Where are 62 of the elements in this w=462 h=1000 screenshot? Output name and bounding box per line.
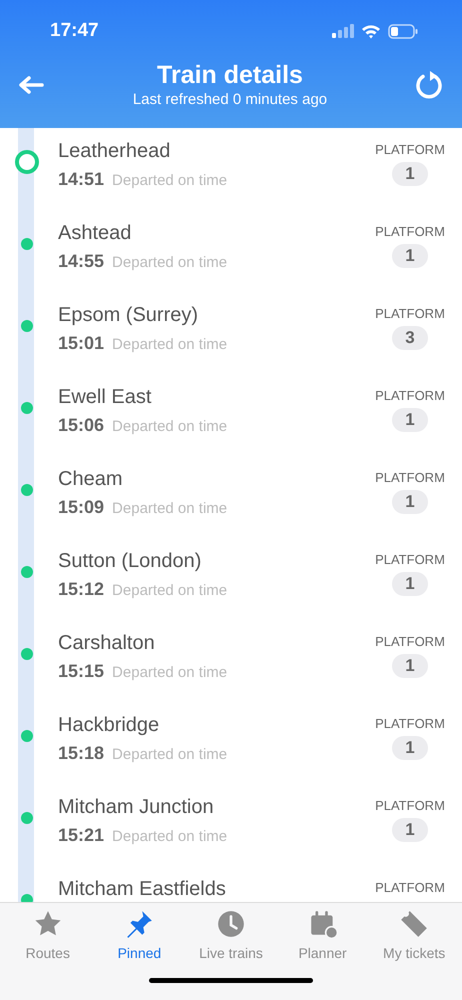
station-name: Leatherhead: [58, 139, 172, 164]
tab-button[interactable]: Live trains: [186, 909, 275, 964]
platform-label: PLATFORM: [375, 879, 445, 897]
platform-number: 1: [392, 408, 428, 432]
station-name: Carshalton: [58, 631, 156, 656]
screen-title: Train details: [157, 60, 303, 90]
platform-number: 1: [392, 490, 428, 514]
departure-status: Departed on time: [112, 417, 228, 437]
platform-label: PLATFORM: [375, 469, 445, 487]
departure-time: 15:01: [58, 332, 104, 355]
station-name: Ashtead: [58, 221, 132, 246]
clock-icon: [216, 909, 246, 939]
departure-status: Departed on time: [112, 171, 228, 191]
tab-button[interactable]: Pinned: [95, 909, 184, 964]
station-name: Mitcham Junction: [58, 795, 215, 820]
departure-status: Departed on time: [112, 253, 228, 273]
station-name: Mitcham Eastfields: [58, 877, 227, 902]
platform-number: 1: [392, 654, 428, 678]
departure-time: 15:09: [58, 496, 104, 519]
ticket-icon: [399, 909, 430, 939]
platform-number: 1: [392, 244, 428, 268]
departure-time: 15:12: [58, 578, 104, 601]
platform-label: PLATFORM: [375, 633, 445, 651]
wifi-icon: [361, 24, 381, 38]
departure-status: Departed on time: [112, 745, 228, 765]
refresh-icon: [416, 70, 444, 100]
platform-label: PLATFORM: [375, 551, 445, 569]
tab-button[interactable]: Routes: [4, 909, 92, 964]
departure-time: 14:55: [58, 250, 104, 273]
tab-button[interactable]: My tickets: [370, 909, 458, 964]
departure-time: 15:06: [58, 414, 104, 437]
departure-status: Departed on time: [112, 499, 228, 519]
departure-status: Departed on time: [112, 663, 228, 683]
tab-button[interactable]: Planner: [278, 909, 367, 964]
departure-time: 15:21: [58, 824, 104, 847]
platform-number: 1: [392, 736, 428, 760]
status-time: 17:47: [50, 18, 99, 43]
platform-number: 1: [392, 572, 428, 596]
platform-label: PLATFORM: [375, 715, 445, 733]
station-name: Sutton (London): [58, 549, 202, 574]
signal-icon: [332, 24, 354, 38]
departure-time: 15:15: [58, 660, 104, 683]
battery-icon: [388, 24, 418, 38]
station-name: Epsom (Surrey): [58, 303, 200, 328]
departure-status: Departed on time: [112, 335, 228, 355]
departure-status: Departed on time: [112, 581, 228, 601]
station-name: Ewell East: [58, 385, 152, 410]
station-name: Hackbridge: [58, 713, 160, 738]
platform-label: PLATFORM: [375, 797, 445, 815]
departure-time: 14:51: [58, 168, 104, 191]
platform-number: 1: [392, 818, 428, 842]
platform-label: PLATFORM: [375, 305, 445, 323]
back-arrow-icon: [18, 75, 44, 95]
platform-number: 3: [392, 326, 428, 350]
station-name: Cheam: [58, 467, 124, 492]
platform-label: PLATFORM: [375, 223, 445, 241]
departure-status: Departed on time: [112, 827, 228, 847]
departure-time: 15:18: [58, 742, 104, 765]
platform-label: PLATFORM: [375, 387, 445, 405]
platform-label: PLATFORM: [375, 141, 445, 159]
last-refreshed-text: Last refreshed 0 minutes ago: [132, 90, 328, 110]
platform-number: 1: [392, 162, 428, 186]
